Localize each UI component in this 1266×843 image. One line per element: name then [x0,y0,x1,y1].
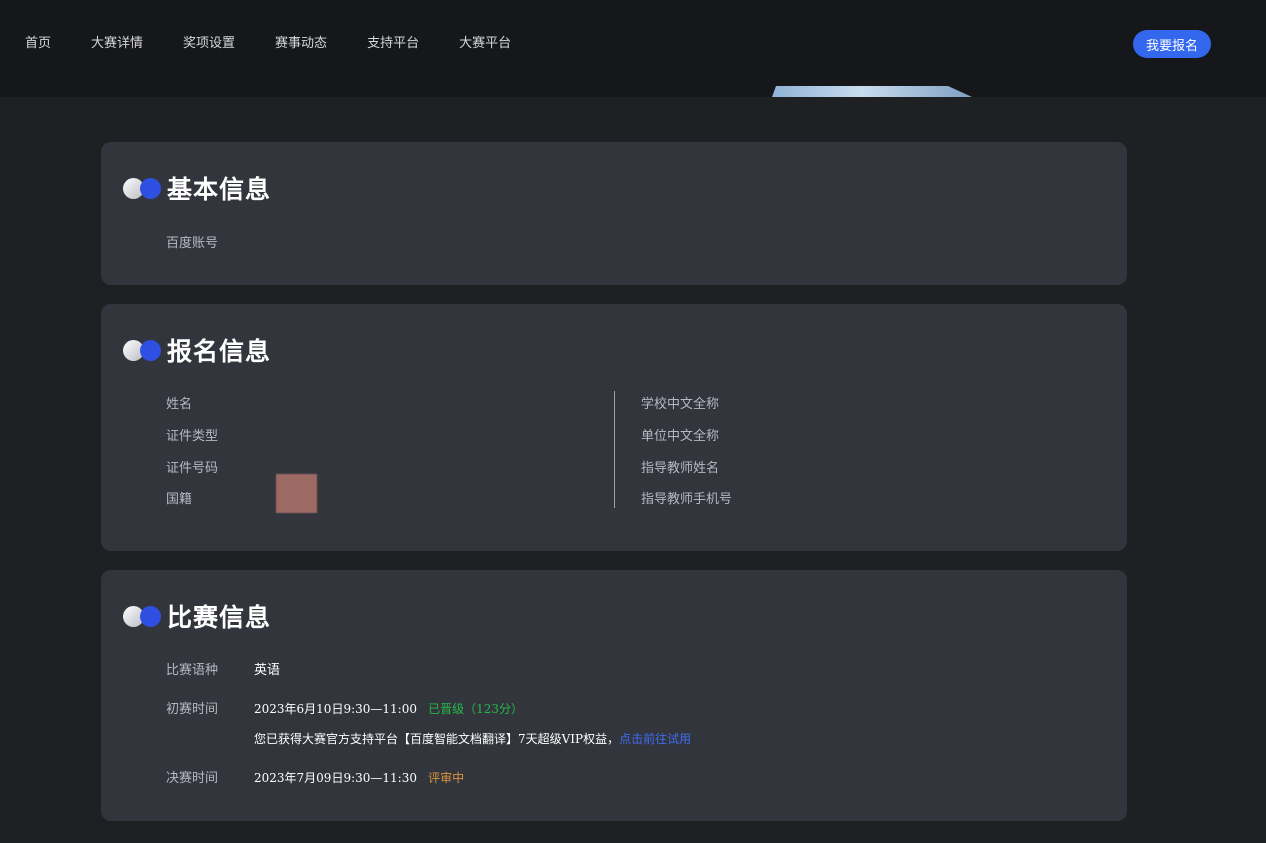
prelim-status-badge: 已晋级（123分） [428,702,523,716]
language-label: 比赛语种 [166,663,219,678]
id-type-label: 证件类型 [166,429,219,444]
baidu-account-label: 百度账号 [166,236,219,251]
teacher-name-label: 指导教师姓名 [641,461,720,476]
final-time-label: 决赛时间 [166,771,219,786]
final-status-badge: 评审中 [428,771,465,785]
contest-info-title: 比赛信息 [167,603,272,632]
final-time-value: 2023年7月09日9:30—11:30 [254,771,417,785]
nav-awards[interactable]: 奖项设置 [183,35,235,53]
id-number-label: 证件号码 [166,461,219,476]
school-name-label: 学校中文全称 [641,397,720,412]
signup-button[interactable]: 我要报名 [1133,30,1211,58]
prelim-time-label: 初赛时间 [166,702,219,717]
try-vip-link[interactable]: 点击前往试用 [619,732,691,746]
top-navbar: 首页 大赛详情 奖项设置 赛事动态 支持平台 大赛平台 我要报名 [0,0,1266,97]
nav-contest-details[interactable]: 大赛详情 [91,35,143,53]
basic-info-card: 基本信息 百度账号 [101,142,1127,285]
registration-info-card: 报名信息 姓名 证件类型 证件号码 国籍 学校中文全称 单位中文全称 指导教师姓… [101,304,1127,551]
hero-banner-edge [772,86,972,97]
nav-news[interactable]: 赛事动态 [275,35,327,53]
section-dots-icon [123,338,163,362]
name-label: 姓名 [166,397,193,412]
organization-name-label: 单位中文全称 [641,429,720,444]
teacher-phone-label: 指导教师手机号 [641,492,733,507]
basic-info-title: 基本信息 [167,175,272,204]
nav-support-platform[interactable]: 支持平台 [367,35,419,53]
main-nav: 首页 大赛详情 奖项设置 赛事动态 支持平台 大赛平台 [25,35,551,53]
vip-notice-text: 您已获得大赛官方支持平台【百度智能文档翻译】7天超级VIP权益， [254,732,620,746]
nav-home[interactable]: 首页 [25,35,51,53]
final-time-row: 2023年7月09日9:30—11:30 评审中 [254,767,464,786]
contest-info-header: 比赛信息 [123,598,271,634]
registration-info-title: 报名信息 [167,337,272,366]
prelim-time-row: 2023年6月10日9:30—11:00 已晋级（123分） [254,698,523,717]
language-value: 英语 [254,663,281,678]
column-divider [614,391,615,508]
basic-info-header: 基本信息 [123,170,271,206]
contest-info-card: 比赛信息 比赛语种 英语 初赛时间 2023年6月10日9:30—11:00 已… [101,570,1127,821]
registration-info-header: 报名信息 [123,332,271,368]
vip-notice-row: 您已获得大赛官方支持平台【百度智能文档翻译】7天超级VIP权益，点击前往试用 [254,728,691,747]
nav-contest-platform[interactable]: 大赛平台 [459,35,511,53]
section-dots-icon [123,176,163,200]
nationality-label: 国籍 [166,492,193,507]
prelim-time-value: 2023年6月10日9:30—11:00 [254,702,417,716]
redacted-value [276,474,317,513]
section-dots-icon [123,604,163,628]
